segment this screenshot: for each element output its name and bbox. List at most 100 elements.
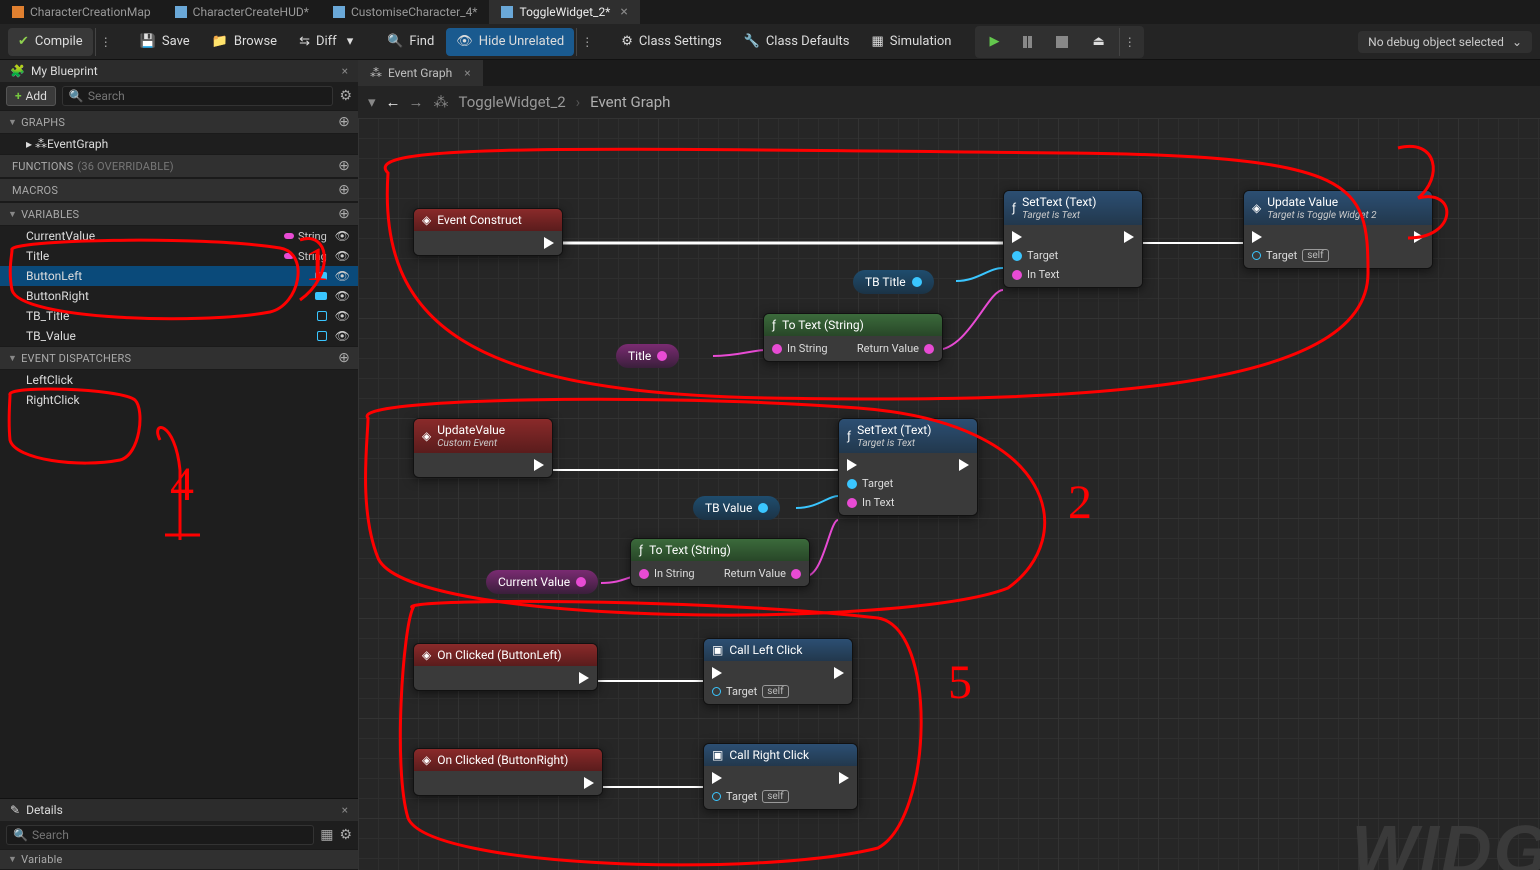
node-settext-1[interactable]: ƒSetText (Text)Target is Text Target In … [1003,190,1143,288]
settings-icon[interactable]: ⚙ [339,827,352,843]
level-icon [12,6,24,18]
save-button[interactable]: 💾Save [130,28,200,56]
tab-label: CharacterCreateHUD* [193,5,309,19]
dispatcher-icon: ▣ [712,643,723,657]
graph-item[interactable]: ▸ ⁂ EventGraph [0,134,358,154]
section-dispatchers[interactable]: ▼EVENT DISPATCHERS⊕ [0,346,358,370]
stop-button[interactable] [1046,28,1078,56]
diff-button[interactable]: ⇆Diff▾ [289,28,363,56]
node-event-construct[interactable]: ◈Event Construct [413,208,563,256]
step-button[interactable] [1013,28,1042,56]
diff-icon: ⇆ [299,34,310,49]
add-icon[interactable]: ⊕ [338,182,350,198]
editor-tab[interactable]: CharacterCreateHUD* [163,0,321,24]
class-settings-button[interactable]: ⚙Class Settings [611,28,731,56]
step-icon [1023,36,1032,48]
node-update-value-event[interactable]: ◈UpdateValueCustom Event [413,418,553,478]
graph-canvas[interactable]: WIDG [358,118,1540,870]
graph-icon: ⁂ [370,66,382,80]
node-totext-1[interactable]: ƒTo Text (String) In StringReturn Value [763,313,943,362]
search-icon: 🔍 [387,34,403,49]
close-icon[interactable]: × [464,66,470,80]
breadcrumb-leaf[interactable]: Event Graph [590,93,670,111]
my-blueprint-search[interactable]: 🔍 [62,86,334,106]
var-tb-title[interactable]: TB Title [853,270,934,294]
node-onclicked-left[interactable]: ◈On Clicked (ButtonLeft) [413,643,598,691]
eye-icon: 👁 [456,34,473,49]
section-functions[interactable]: FUNCTIONS(36 OVERRIDABLE)⊕ [0,154,358,178]
node-onclicked-right[interactable]: ◈On Clicked (ButtonRight) [413,748,603,796]
add-button[interactable]: +Add [6,86,56,106]
visibility-icon[interactable]: 👁 [335,329,350,343]
search-input[interactable] [88,89,327,103]
node-update-value-call[interactable]: ◈Update ValueTarget is Toggle Widget 2 T… [1243,190,1433,269]
compile-options[interactable]: ⋮ [95,28,116,56]
add-icon[interactable]: ⊕ [338,206,350,222]
editor-tab[interactable]: CustomiseCharacter_4* [321,0,490,24]
close-icon[interactable]: × [620,5,627,19]
browse-button[interactable]: 📁Browse [202,28,287,56]
search-input[interactable] [32,828,307,842]
var-tb-value[interactable]: TB Value [693,496,780,520]
variable-item[interactable]: TB_Title👁 [0,306,358,326]
variable-item-selected[interactable]: ButtonLeft👁 [0,266,358,286]
add-icon[interactable]: ⊕ [338,114,350,130]
hide-unrelated-options[interactable]: ⋮ [576,28,597,56]
node-call-left-click[interactable]: ▣Call Left Click Targetself [703,638,853,705]
details-tab[interactable]: ✎ Details × [0,799,358,821]
grid-icon[interactable]: ▦ [320,827,333,843]
nav-forward[interactable]: → [409,93,424,111]
visibility-icon[interactable]: 👁 [335,269,350,283]
close-icon[interactable]: × [342,803,348,817]
details-search[interactable]: 🔍 [6,825,314,845]
dispatcher-item[interactable]: RightClick [0,390,358,410]
visibility-icon[interactable]: 👁 [335,249,350,263]
class-defaults-button[interactable]: 🔧Class Defaults [734,28,860,56]
breadcrumb: ▾ ← → ⁂ ToggleWidget_2 › Event Graph [358,86,1540,118]
my-blueprint-tab[interactable]: 🧩 My Blueprint × [0,60,358,82]
section-variables[interactable]: ▼VARIABLES⊕ [0,202,358,226]
section-graphs[interactable]: ▼GRAPHS⊕ [0,110,358,134]
node-settext-2[interactable]: ƒSetText (Text)Target is Text Target In … [838,418,978,516]
graph-tab[interactable]: ⁂ Event Graph × [358,60,483,86]
editor-tab[interactable]: CharacterCreationMap [0,0,163,24]
details-variable-section[interactable]: ▼Variable [0,849,358,870]
blueprint-icon: 🧩 [10,64,25,78]
dispatcher-item[interactable]: LeftClick [0,370,358,390]
variable-item[interactable]: TitleString👁 [0,246,358,266]
var-current-value[interactable]: Current Value [486,570,598,594]
search-icon: 🔍 [69,89,84,103]
tab-label: ToggleWidget_2* [519,5,610,19]
breadcrumb-root[interactable]: ToggleWidget_2 [459,93,566,111]
nav-back[interactable]: ← [386,93,401,111]
compile-button[interactable]: ✔ Compile [8,28,93,56]
event-icon: ◈ [422,648,431,662]
section-macros[interactable]: MACROS⊕ [0,178,358,202]
editor-tab-active[interactable]: ToggleWidget_2* × [489,0,639,24]
visibility-icon[interactable]: 👁 [335,309,350,323]
close-icon[interactable]: × [342,64,348,78]
node-totext-2[interactable]: ƒTo Text (String) In StringReturn Value [630,538,810,587]
variable-item[interactable]: CurrentValueString👁 [0,226,358,246]
debug-object-select[interactable]: No debug object selected⌄ [1358,31,1532,53]
hide-unrelated-button[interactable]: 👁Hide Unrelated [446,28,574,56]
add-icon[interactable]: ⊕ [338,158,350,174]
simulation-button[interactable]: ▦Simulation [862,28,962,56]
variable-item[interactable]: TB_Value👁 [0,326,358,346]
pencil-icon: ✎ [10,803,20,817]
search-icon: 🔍 [13,828,28,842]
find-button[interactable]: 🔍Find [377,28,444,56]
eject-button[interactable]: ⏏ [1082,28,1114,56]
eject-icon: ⏏ [1092,34,1104,49]
var-title[interactable]: Title [616,344,679,368]
play-options[interactable]: ⋮ [1119,28,1140,56]
visibility-icon[interactable]: 👁 [335,229,350,243]
variable-item[interactable]: ButtonRight👁 [0,286,358,306]
visibility-icon[interactable]: 👁 [335,289,350,303]
add-icon[interactable]: ⊕ [338,350,350,366]
node-call-right-click[interactable]: ▣Call Right Click Targetself [703,743,858,810]
settings-icon[interactable]: ⚙ [339,88,352,104]
history-menu[interactable]: ▾ [368,93,376,111]
graph-icon: ▸ ⁂ [26,137,47,151]
play-button[interactable]: ▶ [979,28,1009,56]
